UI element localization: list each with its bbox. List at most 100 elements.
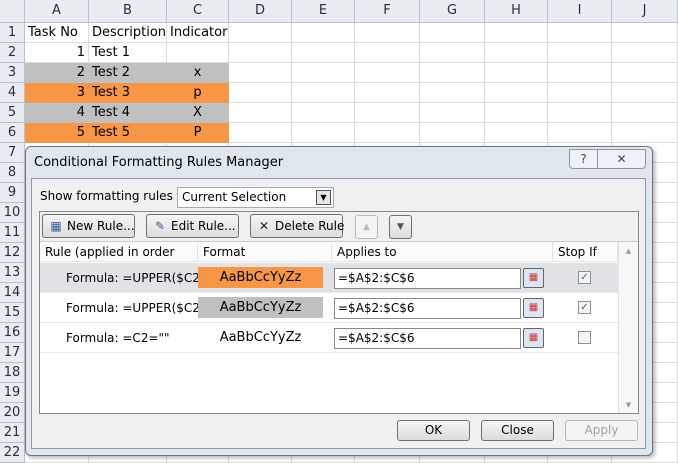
cell[interactable]: 4 <box>25 103 89 123</box>
row-header[interactable]: 7 <box>0 143 25 163</box>
stop-if-true-checkbox[interactable]: ✓ <box>578 271 591 284</box>
cell[interactable]: Description <box>89 23 167 43</box>
row-header[interactable]: 12 <box>0 243 25 263</box>
cell[interactable] <box>548 123 612 143</box>
ok-button[interactable]: OK <box>397 420 470 441</box>
range-picker-icon[interactable]: ▦ <box>523 328 544 348</box>
cell[interactable]: 2 <box>25 63 89 83</box>
row-header[interactable]: 6 <box>0 123 25 143</box>
row-header[interactable]: 20 <box>0 403 25 423</box>
cell[interactable] <box>420 83 485 103</box>
scroll-down-icon[interactable]: ▼ <box>619 401 638 409</box>
cell[interactable] <box>229 83 292 103</box>
scrollbar[interactable]: ▲ ▼ <box>618 242 638 413</box>
cell[interactable] <box>355 83 420 103</box>
row-header[interactable]: 10 <box>0 203 25 223</box>
cell[interactable] <box>548 83 612 103</box>
column-header[interactable]: J <box>612 0 678 23</box>
cell[interactable] <box>420 103 485 123</box>
scroll-up-icon[interactable]: ▲ <box>619 247 638 255</box>
row-header[interactable]: 1 <box>0 23 25 43</box>
stop-if-true-checkbox[interactable]: ✓ <box>578 301 591 314</box>
cell[interactable] <box>485 123 548 143</box>
cell[interactable] <box>355 63 420 83</box>
rule-row[interactable]: Formula: =UPPER($C2... AaBbCcYyZz =$A$2:… <box>40 293 618 323</box>
column-header[interactable]: D <box>229 0 292 23</box>
row-header[interactable]: 13 <box>0 263 25 283</box>
column-header[interactable]: C <box>167 0 229 23</box>
cell[interactable]: p <box>167 83 229 103</box>
row-header[interactable]: 5 <box>0 103 25 123</box>
cell[interactable] <box>612 103 678 123</box>
cell[interactable] <box>612 43 678 63</box>
cell[interactable] <box>292 63 355 83</box>
close-icon[interactable]: ✕ <box>597 149 646 169</box>
stop-if-true-checkbox[interactable] <box>578 331 591 344</box>
column-header[interactable]: F <box>355 0 420 23</box>
row-header[interactable]: 21 <box>0 423 25 443</box>
cell[interactable]: 3 <box>25 83 89 103</box>
cell[interactable] <box>229 63 292 83</box>
column-header[interactable]: I <box>548 0 612 23</box>
cell[interactable] <box>229 103 292 123</box>
cell[interactable] <box>292 103 355 123</box>
cell[interactable] <box>420 123 485 143</box>
cell[interactable] <box>355 43 420 63</box>
cell[interactable] <box>229 123 292 143</box>
cell[interactable]: Test 5 <box>89 123 167 143</box>
new-rule-button[interactable]: ▦ New Rule... <box>42 214 135 238</box>
cell[interactable] <box>229 23 292 43</box>
cell[interactable]: P <box>167 123 229 143</box>
cell[interactable] <box>612 83 678 103</box>
cell[interactable]: Test 4 <box>89 103 167 123</box>
column-header[interactable]: E <box>292 0 355 23</box>
cell[interactable] <box>548 23 612 43</box>
cell[interactable] <box>292 83 355 103</box>
row-header[interactable]: 18 <box>0 363 25 383</box>
column-header[interactable]: A <box>25 0 89 23</box>
cell[interactable] <box>485 83 548 103</box>
row-header[interactable]: 19 <box>0 383 25 403</box>
cell[interactable]: Task No <box>25 23 89 43</box>
cell[interactable] <box>548 63 612 83</box>
rule-row[interactable]: Formula: =C2="" AaBbCcYyZz =$A$2:$C$6 ▦ <box>40 323 618 353</box>
row-header[interactable]: 17 <box>0 343 25 363</box>
rule-row[interactable]: Formula: =UPPER($C2... AaBbCcYyZz =$A$2:… <box>40 263 618 293</box>
cell[interactable] <box>292 43 355 63</box>
cell[interactable] <box>420 43 485 63</box>
cell[interactable] <box>485 23 548 43</box>
range-picker-icon[interactable]: ▦ <box>523 268 544 288</box>
cell[interactable] <box>485 43 548 63</box>
cell[interactable] <box>612 23 678 43</box>
row-header[interactable]: 15 <box>0 303 25 323</box>
chevron-down-icon[interactable]: ▼ <box>316 190 331 205</box>
edit-rule-button[interactable]: ✎ Edit Rule... <box>146 214 239 238</box>
cell[interactable]: Test 3 <box>89 83 167 103</box>
apply-button[interactable]: Apply <box>565 420 638 441</box>
cell[interactable]: X <box>167 103 229 123</box>
column-header[interactable]: H <box>485 0 548 23</box>
cell[interactable] <box>485 103 548 123</box>
cell[interactable]: Indicator <box>167 23 229 43</box>
cell[interactable] <box>167 43 229 63</box>
cell[interactable] <box>355 23 420 43</box>
show-rules-select[interactable]: Current Selection ▼ <box>177 187 334 208</box>
cell[interactable] <box>292 123 355 143</box>
cell[interactable]: x <box>167 63 229 83</box>
row-header[interactable]: 22 <box>0 443 25 463</box>
row-header[interactable]: 8 <box>0 163 25 183</box>
help-button[interactable]: ? <box>569 149 598 169</box>
cell[interactable] <box>420 63 485 83</box>
cell[interactable]: Test 2 <box>89 63 167 83</box>
close-button[interactable]: Close <box>481 420 554 441</box>
cell[interactable] <box>548 43 612 63</box>
row-header[interactable]: 14 <box>0 283 25 303</box>
delete-rule-button[interactable]: ✕ Delete Rule <box>250 214 344 238</box>
cell[interactable] <box>420 23 485 43</box>
cell[interactable]: 1 <box>25 43 89 63</box>
select-all[interactable] <box>0 0 25 23</box>
cell[interactable] <box>612 63 678 83</box>
cell[interactable] <box>292 23 355 43</box>
row-header[interactable]: 3 <box>0 63 25 83</box>
cell[interactable] <box>229 43 292 63</box>
